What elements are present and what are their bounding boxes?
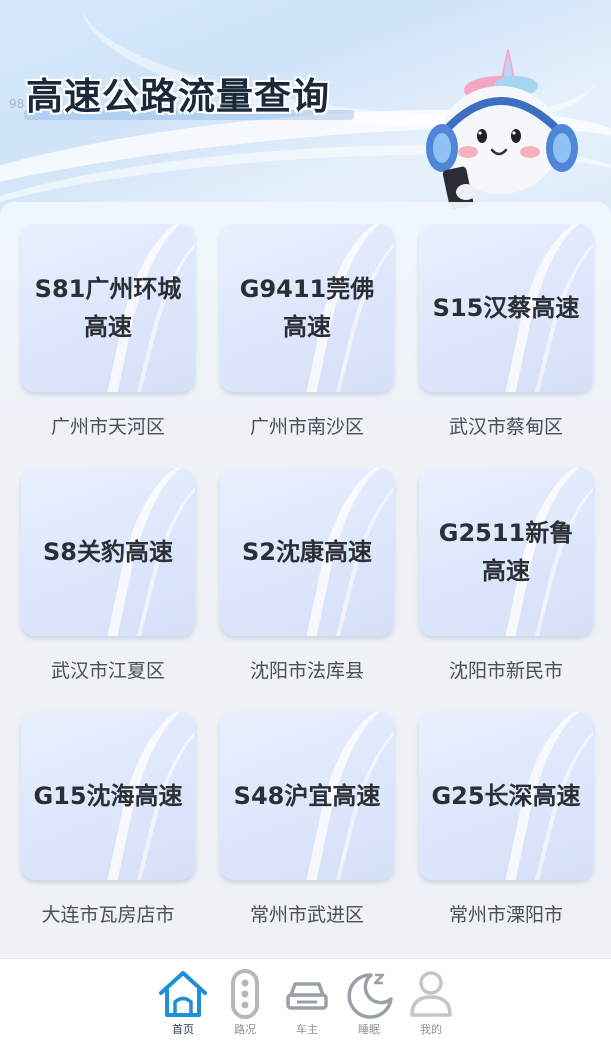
home-icon xyxy=(159,971,207,1017)
road-name: G25长深高速 xyxy=(431,782,581,810)
road-name: S48沪宜高速 xyxy=(233,782,381,810)
traffic-light-icon xyxy=(231,969,259,1019)
faint-text: 98 xyxy=(9,97,25,111)
road-name: S81广州环城高速 xyxy=(34,275,182,341)
road-card-tile[interactable]: G25长深高速 xyxy=(419,712,593,880)
road-name: G2511新鲁高速 xyxy=(438,519,574,585)
road-district: 武汉市蔡甸区 xyxy=(448,416,563,438)
road-card-tile[interactable]: G9411莞佛高速 xyxy=(220,224,394,392)
road-card[interactable]: G2511新鲁高速沈阳市新民市 xyxy=(417,468,607,694)
road-card[interactable]: G25长深高速常州市溧阳市 xyxy=(417,712,607,938)
road-district: 大连市瓦房店市 xyxy=(41,904,175,926)
tab-car-owner[interactable]: 车主 xyxy=(277,969,337,1041)
tab-home[interactable]: 首页 xyxy=(153,969,213,1041)
tab-car-owner-label: 车主 xyxy=(296,1023,318,1036)
road-name: S2沈康高速 xyxy=(242,538,372,566)
tab-sleep-label: 睡眠 xyxy=(358,1023,380,1036)
road-district: 武汉市江夏区 xyxy=(50,660,165,682)
road-card[interactable]: S2沈康高速沈阳市法库县 xyxy=(218,468,408,694)
moon-sleep-icon xyxy=(347,973,393,1019)
road-card[interactable]: S8关豹高速武汉市江夏区 xyxy=(19,468,209,694)
road-card-tile[interactable]: S81广州环城高速 xyxy=(21,224,195,392)
road-card-tile[interactable]: S15汉蔡高速 xyxy=(419,224,593,392)
road-name: G9411莞佛高速 xyxy=(239,275,375,341)
tab-sleep[interactable]: 睡眠 xyxy=(339,969,399,1041)
road-card-tile[interactable]: S48沪宜高速 xyxy=(220,712,394,880)
road-grid-panel: S81广州环城高速 广州市天河区 G9411莞佛高速 广州市南沙区 S15汉蔡高速 武汉市… xyxy=(0,202,611,958)
road-district: 广州市天河区 xyxy=(50,416,165,438)
person-icon xyxy=(410,971,452,1017)
road-name: S15汉蔡高速 xyxy=(432,294,580,322)
road-district: 广州市南沙区 xyxy=(249,416,364,438)
tab-traffic[interactable]: 路况 xyxy=(215,969,275,1041)
road-card[interactable]: S81广州环城高速广州市天河区 xyxy=(19,224,209,450)
tab-traffic-label: 路况 xyxy=(234,1023,256,1036)
tab-mine[interactable]: 我的 xyxy=(401,969,461,1041)
road-card[interactable]: G9411莞佛高速广州市南沙区 xyxy=(218,224,408,450)
road-card-tile[interactable]: S2沈康高速 xyxy=(220,468,394,636)
bottom-tab-bar: 首页 路况 车主 睡眠 我的 xyxy=(0,958,611,1046)
road-card[interactable]: G15沈海高速大连市瓦房店市 xyxy=(19,712,209,938)
road-district: 常州市武进区 xyxy=(249,904,364,926)
road-name: G15沈海高速 xyxy=(33,782,183,810)
tab-home-label: 首页 xyxy=(172,1023,194,1036)
road-name: S8关豹高速 xyxy=(43,538,173,566)
tab-mine-label: 我的 xyxy=(420,1023,442,1036)
page-title: 高速公路流量查询 xyxy=(26,75,330,118)
road-district: 沈阳市新民市 xyxy=(448,660,563,682)
road-card-tile[interactable]: G2511新鲁高速 xyxy=(419,468,593,636)
road-district: 沈阳市法库县 xyxy=(249,660,364,682)
road-district: 常州市溧阳市 xyxy=(448,904,563,926)
road-card-tile[interactable]: S8关豹高速 xyxy=(21,468,195,636)
road-card[interactable]: S15汉蔡高速武汉市蔡甸区 xyxy=(417,224,607,450)
hero-banner: 98 高速公路流量查询 xyxy=(0,0,611,230)
car-icon xyxy=(286,982,328,1010)
road-card[interactable]: S48沪宜高速常州市武进区 xyxy=(218,712,408,938)
unicorn-mascot-icon xyxy=(426,49,578,210)
road-card-tile[interactable]: G15沈海高速 xyxy=(21,712,195,880)
